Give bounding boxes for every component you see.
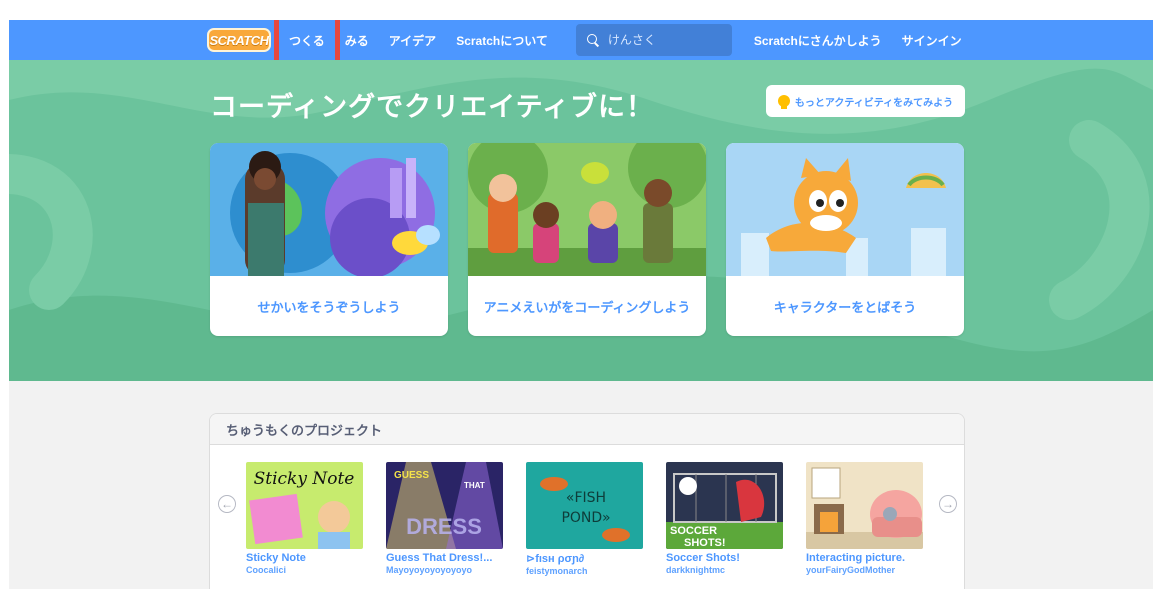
project-author[interactable]: Coocalici <box>246 565 366 575</box>
project-card[interactable]: SOCCER SHOTS! Soccer Shots! darkknightmc <box>666 462 786 575</box>
nav-explore-link[interactable]: みる <box>335 20 379 60</box>
project-thumbnail[interactable]: SOCCER SHOTS! <box>666 462 783 549</box>
carousel-prev-button[interactable]: ← <box>218 495 236 513</box>
activity-card-fly-label: キャラクターをとばそう <box>773 299 917 315</box>
more-activities-label: もっとアクティビティをみてみよう <box>794 97 954 109</box>
project-author[interactable]: Mayoyoyoyoyoyoyo <box>386 565 506 575</box>
search-box[interactable] <box>575 24 732 56</box>
top-navbar: SCRATCH つくる みる アイデア Scratchについて Scratchに… <box>9 20 1153 60</box>
arrow-left-icon: ← <box>221 497 233 511</box>
more-activities-button[interactable]: もっとアクティビティをみてみよう <box>766 85 965 117</box>
project-author[interactable]: darkknightmc <box>666 565 786 575</box>
scratch-logo[interactable]: SCRATCH <box>207 28 271 52</box>
lightbulb-icon <box>777 95 790 109</box>
project-card[interactable]: Interacting picture. yourFairyGodMother <box>806 462 926 575</box>
project-thumbnail[interactable]: «FISH POND» <box>526 462 643 549</box>
featured-projects-panel: ちゅうもくのプロジェクト ← → Sticky Note Sticky Note… <box>209 413 965 589</box>
project-thumbnail[interactable]: Sticky Note <box>246 462 363 549</box>
svg-text:SHOTS!: SHOTS! <box>684 537 726 549</box>
svg-text:POND»: POND» <box>561 510 610 526</box>
project-thumbnail[interactable] <box>806 462 923 549</box>
browser-viewport: SCRATCH つくる みる アイデア Scratchについて Scratchに… <box>9 20 1153 589</box>
project-card[interactable]: GUESS THAT DRESS Guess That Dress!... Ma… <box>386 462 506 575</box>
flying-cat-illustration <box>726 143 964 276</box>
thumb-title: Sticky Note <box>254 469 355 489</box>
carousel-next-button[interactable]: → <box>939 495 957 513</box>
globe-butterfly-illustration <box>210 143 448 276</box>
hero-title: コーディングでクリエイティブに！ <box>210 92 654 122</box>
cartoon-characters-illustration <box>468 143 706 276</box>
svg-text:THAT: THAT <box>464 481 485 490</box>
svg-text:DRESS: DRESS <box>406 514 482 539</box>
sign-in-link[interactable]: サインイン <box>892 20 972 60</box>
join-scratch-link[interactable]: Scratchにさんかしよう <box>744 20 892 60</box>
project-card[interactable]: Sticky Note Sticky Note Coocalici <box>246 462 366 575</box>
activity-card-world[interactable]: せかいをそうぞうしよう <box>210 143 448 336</box>
nav-create-link[interactable]: つくる <box>279 20 335 60</box>
nav-about-link[interactable]: Scratchについて <box>446 20 558 60</box>
project-title[interactable]: ⊳fısн ρσɲ∂ <box>526 552 643 565</box>
project-thumbnail[interactable]: GUESS THAT DRESS <box>386 462 503 549</box>
activity-card-fly[interactable]: キャラクターをとばそう <box>726 143 964 336</box>
activity-card-animation-label: アニメえいがをコーディングしよう <box>483 299 691 315</box>
svg-text:GUESS: GUESS <box>394 470 429 481</box>
svg-text:SOCCER: SOCCER <box>670 525 717 537</box>
svg-text:«FISH: «FISH <box>566 490 606 506</box>
hero-banner: コーディングでクリエイティブに！ もっとアクティビティをみてみよう せかいをそう… <box>9 60 1153 381</box>
arrow-right-icon: → <box>942 497 954 511</box>
search-icon <box>586 33 600 47</box>
activity-card-world-label: せかいをそうぞうしよう <box>257 299 401 315</box>
project-title[interactable]: Soccer Shots! <box>666 552 783 564</box>
project-card[interactable]: «FISH POND» ⊳fısн ρσɲ∂ feistymonarch <box>526 462 646 576</box>
nav-ideas-link[interactable]: アイデア <box>379 20 446 60</box>
project-author[interactable]: yourFairyGodMother <box>806 565 926 575</box>
activity-card-animation[interactable]: アニメえいがをコーディングしよう <box>468 143 706 336</box>
project-author[interactable]: feistymonarch <box>526 566 646 576</box>
featured-projects-heading: ちゅうもくのプロジェクト <box>210 414 964 445</box>
project-title[interactable]: Sticky Note <box>246 552 363 564</box>
search-input[interactable] <box>607 33 718 47</box>
project-title[interactable]: Guess That Dress!... <box>386 552 503 564</box>
project-title[interactable]: Interacting picture. <box>806 552 923 564</box>
